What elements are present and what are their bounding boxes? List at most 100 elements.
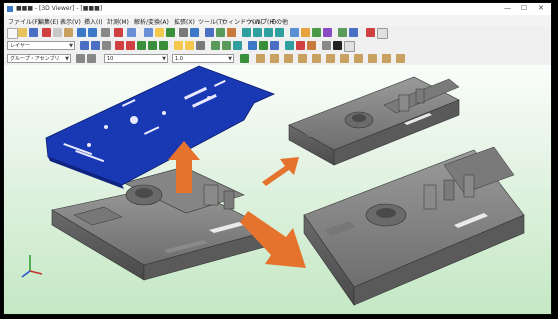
view-iso-icon[interactable] (275, 28, 284, 37)
material-icon[interactable] (301, 28, 310, 37)
tag-icon-1[interactable] (256, 54, 265, 63)
section-icon[interactable] (312, 28, 321, 37)
delete-icon[interactable] (101, 28, 110, 37)
menu-measure[interactable]: 計測(M) (107, 17, 129, 26)
tag-icon-2[interactable] (270, 54, 279, 63)
layer-lock-icon[interactable] (102, 41, 111, 50)
tag-icon-6[interactable] (326, 54, 335, 63)
menu-bar: ファイル(F) 編集(E) 表示(V) 挿入(I) 計測(M) 解析/変換(A)… (4, 15, 551, 26)
group-select[interactable]: グループ・アセンブリ ▼ (7, 54, 71, 63)
stop-icon[interactable] (333, 41, 342, 50)
cube-icon[interactable] (216, 28, 225, 37)
part-icon[interactable] (137, 41, 146, 50)
star-icon[interactable] (185, 41, 194, 50)
help-icon[interactable] (190, 28, 199, 37)
globe-icon[interactable] (248, 41, 257, 50)
group-icon[interactable] (76, 54, 85, 63)
part-add-icon[interactable] (148, 41, 157, 50)
explode-icon[interactable] (323, 28, 332, 37)
tag-icon-5[interactable] (312, 54, 321, 63)
save-icon[interactable] (29, 28, 38, 37)
menu-insert[interactable]: 挿入(I) (84, 17, 102, 26)
text-icon[interactable] (179, 28, 188, 37)
move-icon[interactable] (211, 41, 220, 50)
camera-icon[interactable] (322, 41, 331, 50)
chevron-down-icon: ▼ (65, 56, 69, 62)
view-top-icon[interactable] (253, 28, 262, 37)
search-icon[interactable] (270, 41, 279, 50)
sync-icon[interactable] (285, 41, 294, 50)
tag-icon-9[interactable] (368, 54, 377, 63)
brush-icon[interactable] (307, 41, 316, 50)
blue-sheet-part[interactable] (45, 65, 276, 189)
scale-icon[interactable] (233, 41, 242, 50)
menu-analysis[interactable]: 解析/変換(A) (134, 17, 169, 26)
frame-icon[interactable] (344, 41, 355, 52)
minimize-button[interactable]: — (504, 4, 511, 12)
cancel-icon[interactable] (114, 28, 123, 37)
close-button[interactable]: ✕ (538, 4, 544, 12)
value-select-2[interactable]: 1.0 ▼ (172, 54, 234, 63)
app-window: ■■■ - [3D Viewer] - [■■■] — ☐ ✕ ファイル(F) … (3, 2, 552, 315)
animation-icon[interactable] (338, 28, 347, 37)
pen-icon[interactable] (296, 41, 305, 50)
tag-icon-3[interactable] (284, 54, 293, 63)
menu-tools[interactable]: ツール(T) (198, 17, 224, 26)
new-file-icon[interactable] (7, 28, 18, 39)
base-housing-part[interactable] (51, 166, 273, 281)
tag-icon-4[interactable] (298, 54, 307, 63)
value-select-1[interactable]: 10 ▼ (104, 54, 168, 63)
viewport-scene (21, 65, 525, 306)
3d-viewport[interactable] (4, 65, 551, 314)
window-icon[interactable] (377, 28, 388, 39)
tag-icon-10[interactable] (382, 54, 391, 63)
toolbar-main (4, 26, 551, 40)
view-right-icon[interactable] (264, 28, 273, 37)
maximize-button[interactable]: ☐ (521, 4, 527, 12)
chevron-down-icon: ▼ (69, 43, 73, 49)
tag-icon-7[interactable] (340, 54, 349, 63)
value-select-1-value: 10 (107, 56, 114, 62)
tag-icon-11[interactable] (396, 54, 405, 63)
undo-icon[interactable] (77, 28, 86, 37)
assembled-part-top-right[interactable] (288, 76, 460, 166)
menu-edit[interactable]: 編集(E) (38, 17, 58, 26)
menu-file[interactable]: ファイル(F) (8, 17, 40, 26)
tree-icon[interactable] (259, 41, 268, 50)
toolbar-secondary: レイヤー ▼ (4, 39, 551, 53)
rotate-icon[interactable] (222, 41, 231, 50)
assembled-part-bottom-right[interactable] (303, 146, 525, 306)
light-icon[interactable] (155, 28, 164, 37)
layer-show-icon[interactable] (80, 41, 89, 50)
redo-icon[interactable] (88, 28, 97, 37)
arrow-right-up (262, 157, 299, 186)
mark-icon[interactable] (115, 41, 124, 50)
ungroup-icon[interactable] (87, 54, 96, 63)
record-icon[interactable] (349, 28, 358, 37)
fit-view-icon[interactable] (166, 28, 175, 37)
cut-icon[interactable] (42, 28, 51, 37)
layer-hide-icon[interactable] (91, 41, 100, 50)
open-folder-icon[interactable] (18, 28, 27, 37)
copy-icon[interactable] (53, 28, 62, 37)
box-icon[interactable] (227, 28, 236, 37)
menu-view[interactable]: 表示(V) (60, 17, 81, 26)
measure-icon[interactable] (196, 41, 205, 50)
title-bar: ■■■ - [3D Viewer] - [■■■] — ☐ ✕ (4, 3, 551, 15)
layer-select[interactable]: レイヤー ▼ (7, 41, 75, 50)
view-front-icon[interactable] (242, 28, 251, 37)
highlight-icon[interactable] (174, 41, 183, 50)
paste-icon[interactable] (64, 28, 73, 37)
part-remove-icon[interactable] (159, 41, 168, 50)
menu-extend[interactable]: 拡張(X) (174, 17, 195, 26)
snap-icon[interactable] (240, 54, 249, 63)
flag-icon[interactable] (126, 41, 135, 50)
select-icon[interactable] (127, 28, 136, 37)
menu-other[interactable]: その他 (270, 17, 288, 26)
color-icon[interactable] (366, 28, 375, 37)
layer-select-value: レイヤー (10, 43, 30, 49)
tag-icon-8[interactable] (354, 54, 363, 63)
dimension-icon[interactable] (205, 28, 214, 37)
zoom-icon[interactable] (144, 28, 153, 37)
shading-icon[interactable] (290, 28, 299, 37)
